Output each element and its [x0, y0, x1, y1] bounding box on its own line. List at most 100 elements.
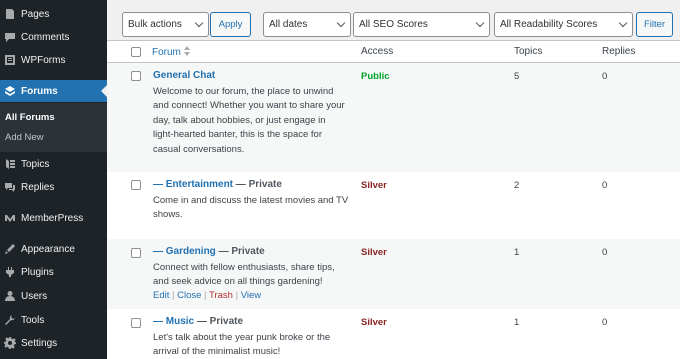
submenu-add-new[interactable]: Add New — [5, 132, 44, 143]
tools-icon — [4, 314, 16, 326]
sidebar-item-label: Tools — [21, 314, 45, 326]
submenu-all-forums[interactable]: All Forums — [5, 112, 55, 123]
sidebar-item-plugins[interactable]: Plugins — [0, 261, 107, 283]
access-level: Silver — [361, 180, 387, 191]
description-line: and connect! Whether you want to share y… — [153, 100, 345, 112]
column-header-topics: Topics — [514, 46, 543, 57]
forum-description: Connect with fellow enthusiasts, share t… — [153, 261, 353, 290]
row-checkbox[interactable] — [131, 248, 141, 258]
sidebar-item-label: Forums — [21, 85, 58, 97]
column-header-access: Access — [361, 46, 394, 57]
sort-icon — [183, 46, 190, 59]
filter-button[interactable]: Filter — [636, 12, 673, 37]
forum-title-link[interactable]: — Entertainment — [153, 179, 233, 190]
table-row: — Entertainment — Private Come in and di… — [107, 172, 680, 239]
sidebar-item-settings[interactable]: Settings — [0, 332, 107, 354]
row-checkbox[interactable] — [131, 180, 141, 190]
comments-icon — [4, 31, 16, 43]
chevron-down-icon — [194, 18, 204, 28]
description-line: arrival of the minimalist music! — [153, 346, 281, 358]
sidebar-item-label: Comments — [21, 31, 70, 43]
view-link[interactable]: View — [241, 290, 261, 301]
sidebar-item-label: MemberPress — [21, 212, 84, 224]
description-line: Come in and discuss the latest movies an… — [153, 195, 349, 206]
readability-scores-value: All Readability Scores — [500, 19, 598, 30]
seo-scores-select[interactable]: All SEO Scores — [353, 12, 490, 37]
bulk-actions-select[interactable]: Bulk actions — [122, 12, 209, 37]
forums-submenu: All Forums Add New — [0, 103, 107, 152]
sidebar-item-label: Pages — [21, 8, 50, 20]
topic-count: 2 — [514, 180, 520, 191]
sidebar-item-comments[interactable]: Comments — [0, 26, 107, 48]
topic-count: 5 — [514, 71, 520, 82]
topic-count: 1 — [514, 317, 520, 328]
sidebar-item-users[interactable]: Users — [0, 285, 107, 307]
dates-filter-select[interactable]: All dates — [263, 12, 351, 37]
row-actions: Edit | Close | Trash | View — [153, 290, 262, 301]
description-line: shows. — [153, 209, 183, 221]
sidebar-item-label: WPForms — [21, 54, 66, 66]
reply-count: 0 — [602, 71, 608, 82]
readability-scores-select[interactable]: All Readability Scores — [494, 12, 633, 37]
topics-icon — [4, 158, 16, 170]
table-row: — Music — Private Let's talk about the y… — [107, 309, 680, 359]
row-checkbox[interactable] — [131, 318, 141, 328]
forum-title-link[interactable]: — Music — [153, 316, 194, 327]
apply-button[interactable]: Apply — [210, 12, 251, 37]
sidebar-item-replies[interactable]: Replies — [0, 176, 107, 198]
reply-count: 0 — [602, 247, 608, 258]
forum-title: — Music — Private — [153, 316, 243, 327]
forum-title-link[interactable]: — Gardening — [153, 246, 216, 257]
select-all-checkbox[interactable] — [131, 47, 141, 57]
appearance-icon — [4, 243, 16, 255]
reply-count: 0 — [602, 317, 608, 328]
table-row: — Gardening — Private Connect with fello… — [107, 239, 680, 309]
forum-state: — Private — [194, 316, 244, 327]
access-level: Silver — [361, 317, 387, 328]
sidebar-item-wpforms[interactable]: WPForms — [0, 49, 107, 71]
sidebar-item-label: Users — [21, 290, 48, 302]
sidebar-item-label: Plugins — [21, 266, 54, 278]
seo-scores-value: All SEO Scores — [359, 19, 428, 30]
admin-sidebar: Pages Comments WPForms Forums All Forums… — [0, 0, 107, 359]
sidebar-item-pages[interactable]: Pages — [0, 3, 107, 25]
pages-icon — [4, 8, 16, 20]
description-line: light-hearted banter, this is the space … — [153, 129, 322, 141]
chevron-down-icon — [336, 18, 346, 28]
forum-title: — Gardening — Private — [153, 246, 265, 257]
forum-description: Come in and discuss the latest movies an… — [153, 194, 353, 223]
forum-title: — Entertainment — Private — [153, 179, 282, 190]
settings-icon — [4, 337, 16, 349]
chevron-down-icon — [475, 18, 485, 28]
memberpress-icon — [4, 212, 16, 224]
replies-icon — [4, 181, 16, 193]
sidebar-item-memberpress[interactable]: MemberPress — [0, 207, 107, 229]
close-link[interactable]: Close — [177, 290, 201, 301]
sidebar-item-topics[interactable]: Topics — [0, 153, 107, 175]
sidebar-item-forums[interactable]: Forums — [0, 80, 107, 102]
column-header-forum-label: Forum — [152, 47, 181, 59]
column-header-forum[interactable]: Forum — [152, 46, 190, 59]
column-header-replies: Replies — [602, 46, 636, 57]
bulk-actions-value: Bulk actions — [128, 19, 182, 30]
trash-link[interactable]: Trash — [209, 290, 233, 301]
description-line: Connect with fellow enthusiasts, share t… — [153, 262, 335, 273]
sidebar-item-label: Topics — [21, 158, 50, 170]
forum-title-link[interactable]: General Chat — [153, 70, 215, 81]
sidebar-item-label: Replies — [21, 181, 55, 193]
sidebar-item-label: Appearance — [21, 243, 75, 255]
chevron-down-icon — [618, 18, 628, 28]
sidebar-item-appearance[interactable]: Appearance — [0, 238, 107, 260]
table-row: General Chat Welcome to our forum, the p… — [107, 63, 680, 172]
sidebar-item-tools[interactable]: Tools — [0, 309, 107, 331]
main-content: Bulk actions Apply All dates All SEO Sco… — [107, 0, 680, 359]
description-line: Welcome to our forum, the place to unwin… — [153, 86, 334, 97]
row-checkbox[interactable] — [131, 71, 141, 81]
wpforms-icon — [4, 54, 16, 66]
edit-link[interactable]: Edit — [153, 290, 169, 301]
forums-table: Forum Access Topics Replies General Chat… — [107, 40, 680, 359]
users-icon — [4, 290, 16, 302]
description-line: casual conversations. — [153, 143, 245, 155]
description-line: and seek advice on all things gardening! — [153, 276, 323, 288]
forum-state: — Private — [215, 246, 265, 257]
